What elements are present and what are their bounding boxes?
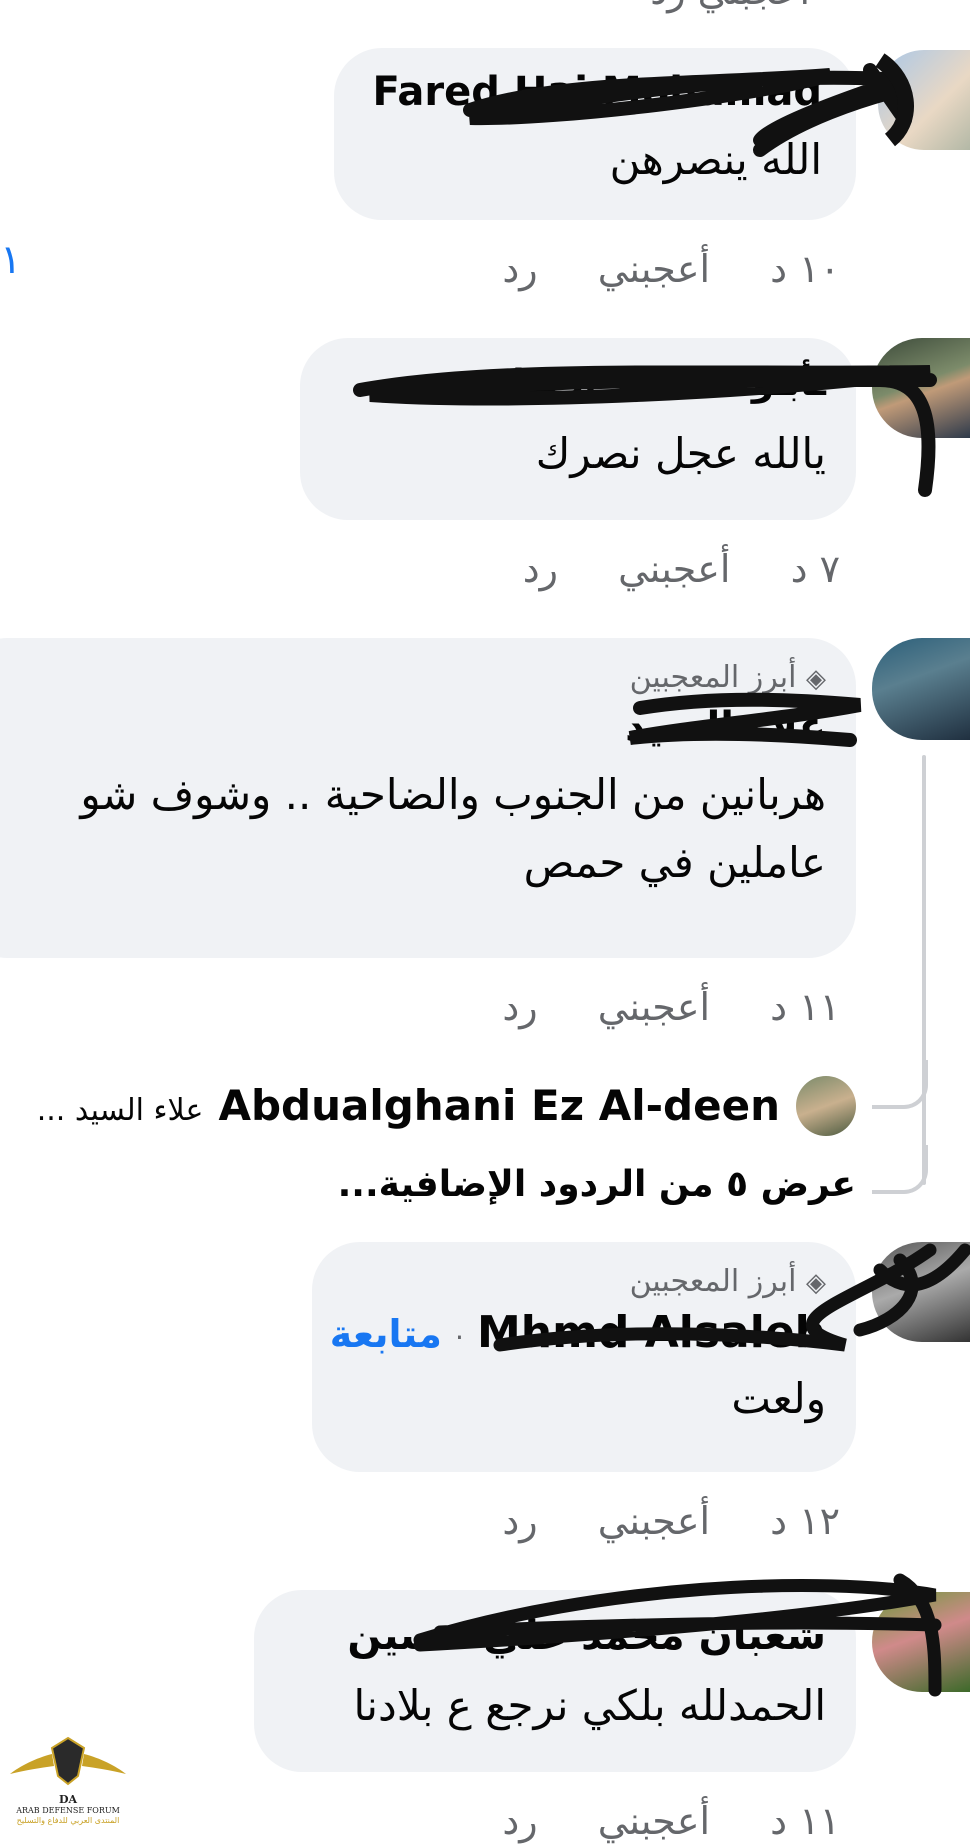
avatar[interactable] — [872, 1242, 970, 1342]
comment-author[interactable]: Mhmd Alsaleh — [477, 1307, 826, 1358]
diamond-icon: ◈ — [806, 1268, 826, 1298]
follow-button[interactable]: متابعة — [330, 1312, 442, 1356]
comment-text: يالله عجل نصرك — [535, 429, 826, 478]
comment-bubble: ـأبـو مـحـمـد الـعـلـي يالله عجل نصرك — [300, 338, 856, 520]
comment-meta: ١٢ د أعجبني رد — [455, 1496, 840, 1546]
comment-meta: ١١ د أعجبني رد — [460, 1796, 840, 1846]
watermark-logo: DA ARAB DEFENSE FORUM المنتدى العربي للد… — [6, 1736, 130, 1836]
reply-button[interactable]: رد — [502, 1499, 537, 1543]
watermark-mark: DA — [58, 1793, 78, 1806]
watermark-subtitle: المنتدى العربي للدفاع والتسليح — [16, 1816, 120, 1825]
top-fan-badge: ◈ أبرز المعجبين — [629, 660, 826, 695]
comment-author[interactable]: ـأبـو مـحـمـد الـعـلـي — [320, 360, 826, 408]
eagle-emblem-icon — [10, 1736, 126, 1786]
comment-author[interactable]: Fared Haj Mohamad — [354, 68, 822, 116]
avatar[interactable] — [872, 1592, 970, 1692]
comment-time: ١٠ د — [770, 247, 840, 291]
comment-text: هربانين من الجنوب والضاحية .. وشوف شو عا… — [80, 770, 826, 887]
like-button[interactable]: أعجبني — [618, 547, 730, 591]
comment-meta: ١٠ د أعجبني رد — [460, 244, 840, 294]
comment-bubble: Fared Haj Mohamad الله ينصرهن — [334, 48, 856, 220]
like-button[interactable]: أعجبني — [598, 1799, 710, 1843]
like-button[interactable]: أعجبني — [598, 985, 710, 1029]
diamond-icon: ◈ — [806, 664, 826, 694]
like-button[interactable]: أعجبني — [598, 1499, 710, 1543]
thread-connector — [872, 1145, 928, 1194]
comment-text: الحمدلله بلكي نرجع ع بلادنا — [353, 1681, 827, 1730]
comment-text: الله ينصرهن — [609, 135, 822, 184]
thread-line — [922, 755, 926, 1185]
comment-bubble: ◈ أبرز المعجبين Mhmd Alsaleh · متابعة ول… — [312, 1242, 856, 1472]
reply-button[interactable]: رد — [502, 985, 537, 1029]
view-more-replies[interactable]: عرض ٥ من الردود الإضافية... — [280, 1160, 856, 1210]
avatar[interactable] — [796, 1076, 856, 1136]
avatar[interactable] — [872, 638, 970, 740]
reply-button[interactable]: رد — [502, 247, 537, 291]
thread-connector — [872, 1060, 928, 1109]
watermark-title: ARAB DEFENSE FORUM — [16, 1806, 120, 1815]
separator-dot: · — [454, 1321, 464, 1354]
comment-text: ولعت — [731, 1374, 826, 1423]
top-partial-meta: أعجبني رد — [470, 0, 810, 16]
comment-author[interactable]: شعبان محمد علي حسين — [274, 1612, 826, 1660]
reply-author[interactable]: Abdualghani Ez Al-deen — [218, 1081, 780, 1130]
comment-bubble: شعبان محمد علي حسين الحمدلله بلكي نرجع ع… — [254, 1590, 856, 1772]
reply-button[interactable]: رد — [523, 547, 558, 591]
comment-meta: ٧ د أعجبني رد — [470, 544, 840, 594]
comment-time: ١٢ د — [770, 1499, 840, 1543]
avatar[interactable] — [872, 338, 970, 438]
comment-bubble: ◈ أبرز المعجبين علاء السيد هربانين من ال… — [0, 638, 856, 958]
reply-snippet: علاء السيد ... — [36, 1093, 204, 1128]
avatar[interactable] — [878, 50, 970, 150]
comment-time: ١١ د — [770, 985, 840, 1029]
comment-time: ١١ د — [770, 1799, 840, 1843]
edge-text: ١ — [0, 237, 22, 283]
comment-meta: ١١ د أعجبني رد — [460, 982, 840, 1032]
top-fan-badge: ◈ أبرز المعجبين — [629, 1264, 826, 1299]
comment-author[interactable]: علاء السيد — [0, 703, 826, 751]
like-button[interactable]: أعجبني — [598, 247, 710, 291]
reply-preview[interactable]: Abdualghani Ez Al-deen علاء السيد ... — [30, 1078, 780, 1134]
comment-time: ٧ د — [790, 547, 840, 591]
reply-button[interactable]: رد — [502, 1799, 537, 1843]
